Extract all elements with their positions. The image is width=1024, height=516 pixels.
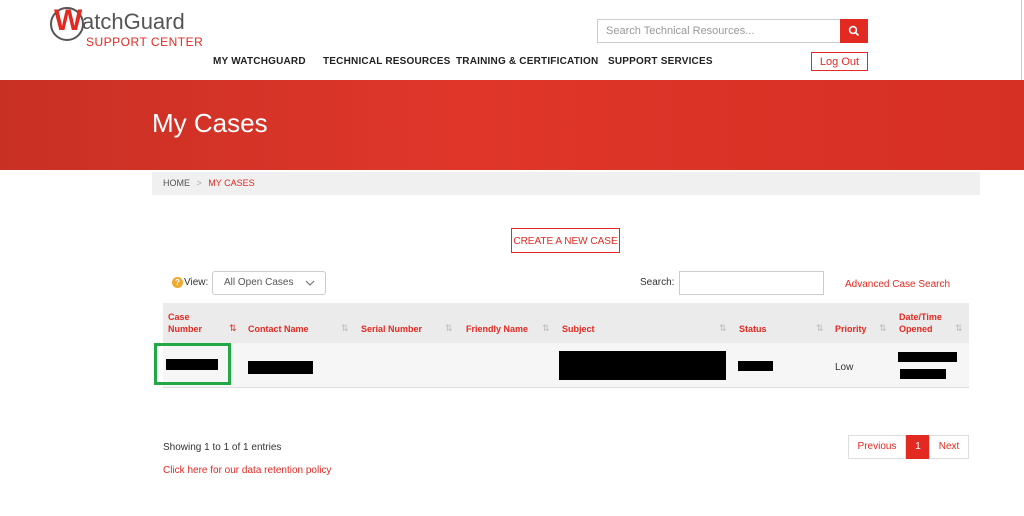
sort-desc-icon[interactable]: ⇅ bbox=[229, 323, 237, 334]
col-friendly-name[interactable]: Friendly Name bbox=[466, 323, 528, 335]
redacted-subject bbox=[559, 351, 726, 380]
table-search-input[interactable] bbox=[679, 271, 824, 295]
next-page-button[interactable]: Next bbox=[929, 435, 969, 459]
chevron-down-icon bbox=[305, 280, 315, 286]
sort-icon[interactable]: ⇅ bbox=[341, 323, 349, 334]
breadcrumb-separator: > bbox=[196, 178, 202, 188]
breadcrumb: HOME > MY CASES bbox=[152, 172, 980, 195]
search-button[interactable] bbox=[840, 19, 868, 43]
advanced-search-link[interactable]: Advanced Case Search bbox=[845, 279, 950, 290]
breadcrumb-home[interactable]: HOME bbox=[163, 178, 190, 188]
sort-icon[interactable]: ⇅ bbox=[816, 323, 824, 334]
col-serial-number[interactable]: Serial Number bbox=[361, 323, 422, 335]
nav-training-certification[interactable]: TRAINING & CERTIFICATION bbox=[456, 56, 598, 67]
site-search bbox=[597, 19, 868, 43]
view-select-value: All Open Cases bbox=[224, 277, 294, 288]
redacted-date bbox=[898, 352, 957, 362]
col-priority[interactable]: Priority bbox=[835, 323, 867, 335]
sort-icon[interactable]: ⇅ bbox=[955, 323, 963, 334]
help-icon[interactable]: ? bbox=[172, 277, 183, 288]
entries-info: Showing 1 to 1 of 1 entries bbox=[163, 442, 282, 453]
col-case-number[interactable]: Case Number bbox=[168, 311, 204, 335]
sort-icon[interactable]: ⇅ bbox=[719, 323, 727, 334]
col-subject[interactable]: Subject bbox=[562, 323, 595, 335]
logo-text[interactable]: atchGuard bbox=[82, 9, 185, 35]
sort-icon[interactable]: ⇅ bbox=[445, 323, 453, 334]
logout-button[interactable]: Log Out bbox=[811, 52, 868, 71]
view-label: View: bbox=[184, 277, 209, 288]
logo-subtitle: SUPPORT CENTER bbox=[86, 35, 204, 49]
page-title: My Cases bbox=[152, 108, 268, 138]
col-status[interactable]: Status bbox=[739, 323, 767, 335]
logo-initial: W bbox=[54, 4, 82, 37]
nav-my-watchguard[interactable]: MY WATCHGUARD bbox=[213, 56, 306, 67]
sort-icon[interactable]: ⇅ bbox=[542, 323, 550, 334]
col-contact-name[interactable]: Contact Name bbox=[248, 323, 309, 335]
previous-page-button[interactable]: Previous bbox=[848, 435, 906, 459]
sort-icon[interactable]: ⇅ bbox=[879, 323, 887, 334]
create-case-button[interactable]: CREATE A NEW CASE bbox=[511, 228, 620, 253]
priority-value: Low bbox=[835, 362, 854, 373]
col-date-opened[interactable]: Date/Time Opened bbox=[899, 311, 951, 335]
highlight-box bbox=[154, 343, 231, 385]
page-1-button[interactable]: 1 bbox=[906, 435, 930, 459]
retention-policy-link[interactable]: Click here for our data retention policy bbox=[163, 465, 331, 476]
redacted-time bbox=[900, 369, 946, 379]
search-icon bbox=[848, 25, 860, 37]
site-search-input[interactable] bbox=[598, 20, 857, 42]
breadcrumb-current: MY CASES bbox=[208, 178, 255, 188]
redacted-status bbox=[738, 361, 773, 371]
scrollbar-edge bbox=[1021, 0, 1022, 80]
redacted-contact-name bbox=[248, 361, 313, 374]
nav-technical-resources[interactable]: TECHNICAL RESOURCES bbox=[323, 56, 451, 67]
table-search-label: Search: bbox=[640, 277, 675, 288]
view-select[interactable]: All Open Cases bbox=[212, 271, 326, 295]
nav-support-services[interactable]: SUPPORT SERVICES bbox=[608, 56, 713, 67]
